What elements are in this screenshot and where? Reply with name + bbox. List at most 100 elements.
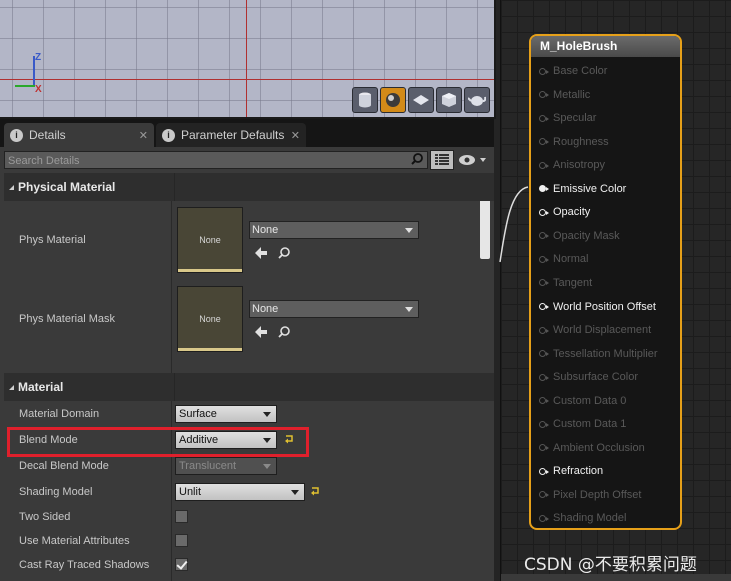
material-preview-viewport[interactable]: Z X: [0, 0, 496, 119]
pin-icon[interactable]: [539, 161, 549, 169]
two-sided-checkbox[interactable]: [175, 510, 188, 523]
eye-icon[interactable]: [458, 153, 490, 167]
cast-ray-traced-shadows-checkbox[interactable]: [175, 558, 188, 571]
search-icon[interactable]: [411, 153, 423, 165]
decal-blend-mode-label: Decal Blend Mode: [19, 460, 109, 472]
pin-icon[interactable]: [539, 208, 549, 216]
pin-icon[interactable]: [539, 114, 549, 122]
use-material-attributes-label: Use Material Attributes: [19, 535, 130, 547]
phys-material-combo[interactable]: None: [249, 221, 419, 239]
pin-label: World Position Offset: [553, 300, 656, 313]
node-pin[interactable]: Normal: [539, 253, 588, 265]
cube-icon[interactable]: [436, 87, 462, 113]
two-sided-label: Two Sided: [19, 511, 71, 523]
pin-icon[interactable]: [539, 91, 549, 99]
pin-label: World Displacement: [553, 324, 652, 337]
pin-icon[interactable]: [539, 373, 549, 381]
pin-icon[interactable]: [539, 67, 549, 75]
node-pin[interactable]: Roughness: [539, 136, 609, 148]
category-physical-material[interactable]: Physical Material: [4, 173, 494, 201]
node-pin[interactable]: Ambient Occlusion: [539, 442, 645, 454]
node-pin[interactable]: Base Color: [539, 65, 607, 77]
phys-material-mask-thumbnail[interactable]: None: [177, 286, 243, 352]
axis-gizmo: Z X: [10, 52, 50, 95]
node-pin[interactable]: World Position Offset: [539, 301, 656, 313]
node-pin[interactable]: Tangent: [539, 277, 592, 289]
search-input[interactable]: [5, 152, 400, 170]
viewport-red-line-vertical: [246, 0, 247, 117]
viewport-red-line-horizontal: [0, 79, 494, 80]
pin-label: Metallic: [553, 88, 591, 101]
pin-icon[interactable]: [539, 491, 549, 499]
pin-icon[interactable]: [539, 185, 549, 193]
collapse-triangle-icon: [9, 384, 14, 390]
sphere-icon[interactable]: [380, 87, 406, 113]
tab-details[interactable]: i Details ✕: [4, 123, 154, 147]
pin-icon[interactable]: [539, 279, 549, 287]
node-pin[interactable]: Metallic: [539, 89, 590, 101]
plane-icon[interactable]: [408, 87, 434, 113]
use-material-attributes-checkbox[interactable]: [175, 534, 188, 547]
shading-model-combo[interactable]: Unlit: [175, 483, 305, 501]
phys-material-thumbnail[interactable]: None: [177, 207, 243, 273]
tab-parameter-defaults[interactable]: i Parameter Defaults ✕: [156, 123, 306, 147]
thumbnail-text: None: [199, 235, 221, 245]
material-domain-label: Material Domain: [19, 408, 100, 420]
node-pin[interactable]: Opacity Mask: [539, 230, 620, 242]
phys-material-mask-combo[interactable]: None: [249, 300, 419, 318]
node-pin[interactable]: Subsurface Color: [539, 371, 638, 383]
pin-icon[interactable]: [539, 514, 549, 522]
material-result-node[interactable]: M_HoleBrush Base Color Metallic Specular Ro…: [529, 34, 682, 530]
pin-icon[interactable]: [539, 326, 549, 334]
node-pin[interactable]: Specular: [539, 112, 596, 124]
chevron-down-icon: [405, 307, 413, 312]
pin-icon[interactable]: [539, 232, 549, 240]
asset-controls: [254, 246, 294, 260]
pin-icon[interactable]: [539, 255, 549, 263]
pin-label: Pixel Depth Offset: [553, 488, 642, 501]
pin-label: Custom Data 0: [553, 394, 627, 407]
combo-value: Translucent: [179, 460, 237, 472]
pin-label: Base Color: [553, 65, 608, 77]
pin-icon[interactable]: [539, 467, 549, 475]
pin-label: Ambient Occlusion: [553, 441, 645, 454]
material-domain-combo[interactable]: Surface: [175, 405, 277, 423]
node-pin[interactable]: Shading Model: [539, 512, 626, 524]
pin-icon[interactable]: [539, 303, 549, 310]
node-title: M_HoleBrush: [531, 36, 680, 57]
node-pin[interactable]: Tessellation Multiplier: [539, 348, 658, 360]
browse-search-icon: [278, 247, 290, 259]
pin-icon[interactable]: [539, 444, 549, 452]
teapot-icon[interactable]: [464, 87, 490, 113]
close-icon[interactable]: ✕: [291, 129, 300, 142]
pin-icon[interactable]: [539, 350, 549, 358]
chevron-down-icon: [263, 412, 271, 417]
browse-search-icon: [278, 326, 290, 338]
node-pin[interactable]: World Displacement: [539, 324, 651, 336]
node-pin[interactable]: Emissive Color: [539, 183, 626, 195]
node-pin[interactable]: Custom Data 0: [539, 395, 626, 407]
category-material[interactable]: Material: [4, 373, 494, 401]
info-icon: i: [10, 128, 23, 142]
pin-label: Shading Model: [553, 512, 627, 525]
pin-icon[interactable]: [539, 420, 549, 428]
close-icon[interactable]: ✕: [139, 129, 148, 142]
phys-material-mask-label: Phys Material Mask: [19, 313, 115, 325]
pin-icon[interactable]: [539, 138, 549, 146]
decal-blend-mode-combo[interactable]: Translucent: [175, 457, 277, 475]
node-pin[interactable]: Opacity: [539, 206, 590, 218]
node-pin[interactable]: Anisotropy: [539, 159, 605, 171]
asset-controls: [254, 325, 294, 339]
node-pin[interactable]: Refraction: [539, 465, 603, 477]
view-options-grid-icon[interactable]: [430, 150, 454, 170]
cylinder-icon[interactable]: [352, 87, 378, 113]
combo-value: Unlit: [179, 486, 202, 498]
chevron-down-icon: [405, 228, 413, 233]
node-pin[interactable]: Pixel Depth Offset: [539, 489, 641, 501]
column-divider: [171, 201, 172, 373]
pin-icon[interactable]: [539, 397, 549, 405]
search-box: [4, 151, 428, 170]
node-pin[interactable]: Custom Data 1: [539, 418, 626, 430]
reset-to-default-icon[interactable]: [310, 486, 320, 496]
tab-label: Details: [29, 128, 66, 142]
